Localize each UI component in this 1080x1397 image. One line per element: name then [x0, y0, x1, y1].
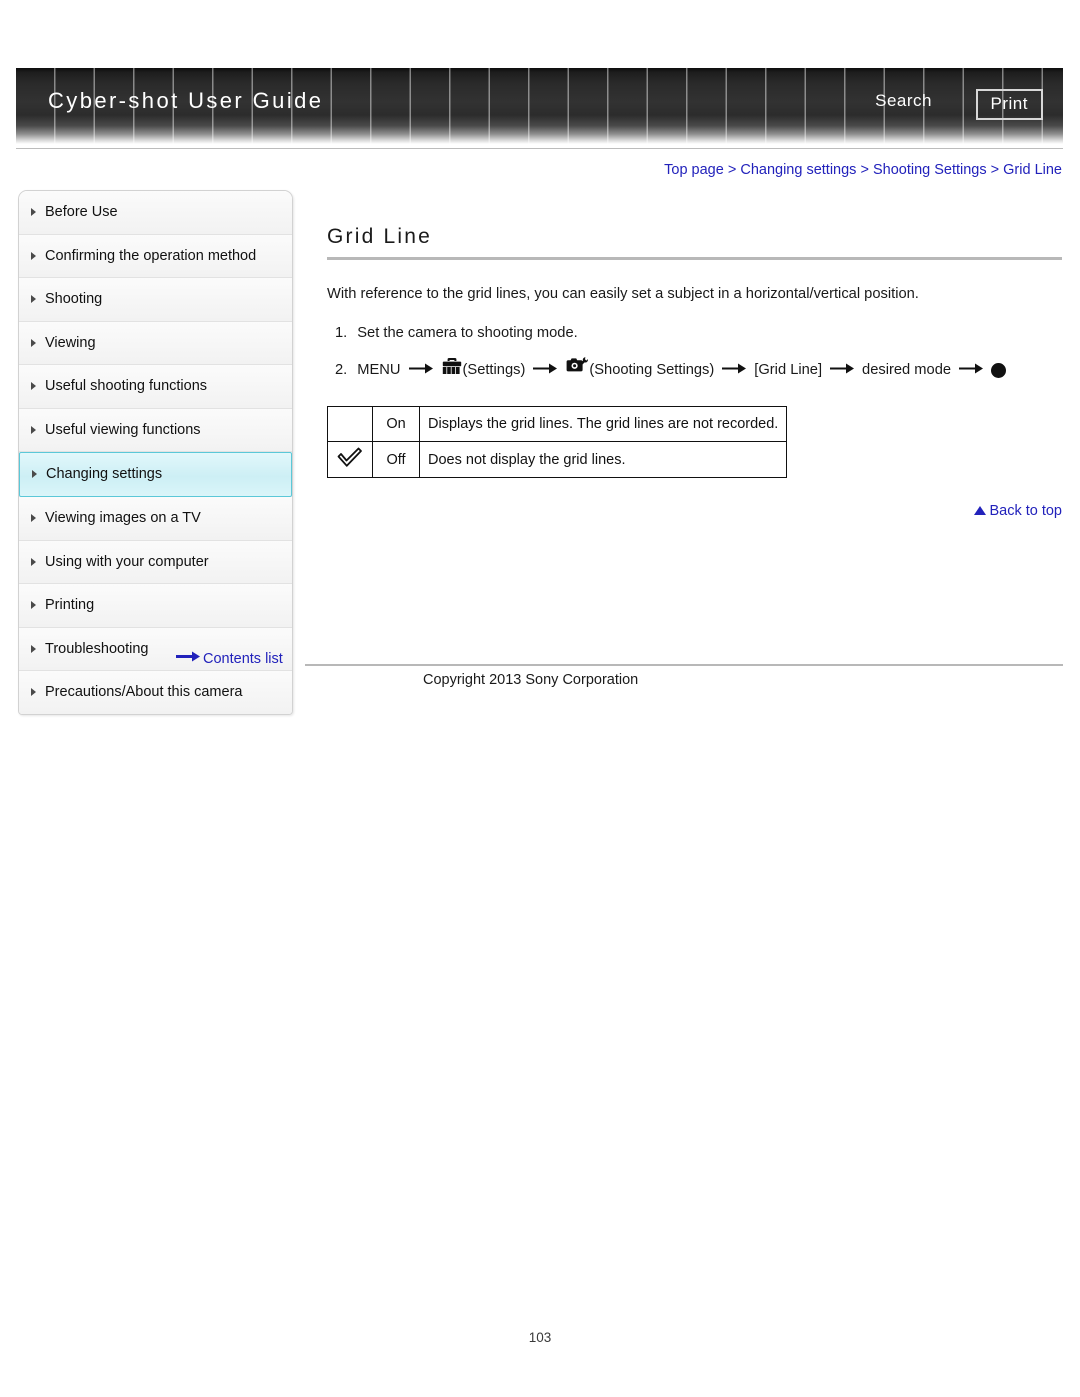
sidebar-item-label: Using with your computer [45, 553, 209, 570]
sidebar-item-changing-settings[interactable]: Changing settings [19, 452, 292, 498]
footer-divider [305, 664, 1063, 666]
arrow-right-icon [959, 358, 984, 383]
settings-label: (Settings) [462, 361, 526, 378]
table-row: On Displays the grid lines. The grid lin… [327, 406, 788, 443]
row-description-on: Displays the grid lines. The grid lines … [418, 406, 788, 443]
row-check-on [327, 406, 373, 443]
chevron-right-icon [32, 470, 37, 479]
row-description-off: Does not display the grid lines. [418, 441, 788, 479]
arrow-right-icon [176, 650, 200, 666]
sidebar-item-useful-viewing-functions[interactable]: Useful viewing functions [19, 408, 292, 453]
shooting-settings-label: (Shooting Settings) [589, 361, 715, 378]
sidebar-item-using-with-your-computer[interactable]: Using with your computer [19, 540, 292, 585]
main-content: Grid Line With reference to the grid lin… [327, 225, 1062, 519]
contents-list-label: Contents list [203, 650, 283, 667]
sidebar-navigation: Before Use Confirming the operation meth… [18, 190, 293, 715]
breadcrumb-separator: > [727, 162, 737, 178]
sidebar-item-confirming-the-operation-method[interactable]: Confirming the operation method [19, 234, 292, 279]
sidebar-item-printing[interactable]: Printing [19, 584, 292, 628]
sidebar-item-useful-shooting-functions[interactable]: Useful shooting functions [19, 365, 292, 409]
grid-line-option-label: [Grid Line] [754, 361, 823, 378]
desired-mode-label: desired mode [862, 361, 952, 378]
chevron-right-icon [31, 557, 36, 566]
sidebar-item-shooting[interactable]: Shooting [19, 278, 292, 322]
step-2: 2. MENU (Settings) (Shooting Settings) [… [327, 356, 1062, 384]
triangle-up-icon [974, 505, 987, 515]
sidebar-item-viewing[interactable]: Viewing [19, 321, 292, 366]
chevron-right-icon [31, 601, 36, 610]
sidebar-item-viewing-images-on-a-tv[interactable]: Viewing images on a TV [19, 497, 292, 541]
row-check-off [327, 441, 373, 479]
sidebar-item-label: Printing [45, 597, 95, 614]
step-1: 1. Set the camera to shooting mode. [327, 321, 1062, 346]
sidebar-item-label: Precautions/About this camera [45, 684, 243, 701]
chevron-right-icon [31, 295, 36, 304]
chevron-right-icon [31, 688, 36, 697]
sidebar-item-before-use[interactable]: Before Use [19, 191, 292, 235]
step-2-number: 2. [335, 361, 348, 378]
copyright-text: Copyright 2013 Sony Corporation [423, 672, 639, 688]
page-title: Grid Line [327, 225, 433, 248]
table-row: Off Does not display the grid lines. [327, 441, 788, 479]
breadcrumb: Top page > Changing settings > Shooting … [664, 162, 1062, 178]
menu-label: MENU [357, 361, 401, 378]
chevron-right-icon [31, 425, 36, 434]
chevron-right-icon [31, 338, 36, 347]
search-button[interactable]: Search [875, 91, 932, 111]
print-button[interactable]: Print [975, 89, 1043, 120]
intro-paragraph: With reference to the grid lines, you ca… [327, 286, 919, 302]
sidebar-item-label: Viewing [45, 334, 96, 351]
sidebar-item-label: Before Use [45, 204, 118, 220]
checkmark-icon [337, 447, 363, 472]
site-title: Cyber-shot User Guide [48, 88, 324, 113]
header-divider [16, 148, 1063, 149]
camera-wrench-icon [566, 356, 589, 384]
arrow-right-icon [722, 358, 747, 383]
breadcrumb-item-grid-line[interactable]: Grid Line [1003, 162, 1062, 178]
sidebar-item-precautions-about-this-camera[interactable]: Precautions/About this camera [19, 671, 292, 714]
row-name-on: On [372, 406, 420, 443]
chevron-right-icon [31, 382, 36, 391]
contents-list-link[interactable]: Contents list [176, 650, 283, 668]
chevron-right-icon [31, 208, 36, 216]
page-number: 103 [528, 1330, 552, 1345]
breadcrumb-separator: > [860, 162, 869, 178]
sidebar-item-label: Useful viewing functions [45, 421, 201, 438]
breadcrumb-separator: > [990, 162, 1000, 178]
arrow-right-icon [533, 358, 558, 383]
chevron-right-icon [31, 514, 36, 523]
breadcrumb-item-shooting-settings[interactable]: Shooting Settings [873, 162, 987, 178]
arrow-right-icon [408, 358, 433, 383]
grid-line-options-table: On Displays the grid lines. The grid lin… [327, 406, 788, 479]
arrow-right-icon [830, 358, 855, 383]
breadcrumb-item-changing-settings[interactable]: Changing settings [740, 162, 856, 178]
sidebar-item-label: Useful shooting functions [45, 378, 208, 395]
chevron-right-icon [31, 644, 36, 653]
sidebar-item-label: Troubleshooting [45, 640, 149, 657]
sidebar-item-label: Changing settings [46, 466, 163, 483]
filled-circle-icon [991, 362, 1007, 378]
step-1-text: Set the camera to shooting mode. [357, 325, 578, 342]
back-to-top-label: Back to top [989, 503, 1062, 519]
breadcrumb-item-top-page[interactable]: Top page [664, 162, 724, 178]
chevron-right-icon [31, 251, 36, 260]
step-1-number: 1. [335, 325, 348, 342]
sidebar-item-label: Confirming the operation method [45, 247, 257, 264]
row-name-off: Off [372, 441, 420, 479]
sidebar-item-label: Viewing images on a TV [45, 510, 201, 527]
site-header: Cyber-shot User Guide Search Print [16, 68, 1063, 144]
toolbox-icon [442, 357, 462, 384]
sidebar-item-label: Shooting [45, 291, 103, 308]
back-to-top-link[interactable]: Back to top [974, 503, 1062, 519]
title-divider [327, 257, 1062, 260]
